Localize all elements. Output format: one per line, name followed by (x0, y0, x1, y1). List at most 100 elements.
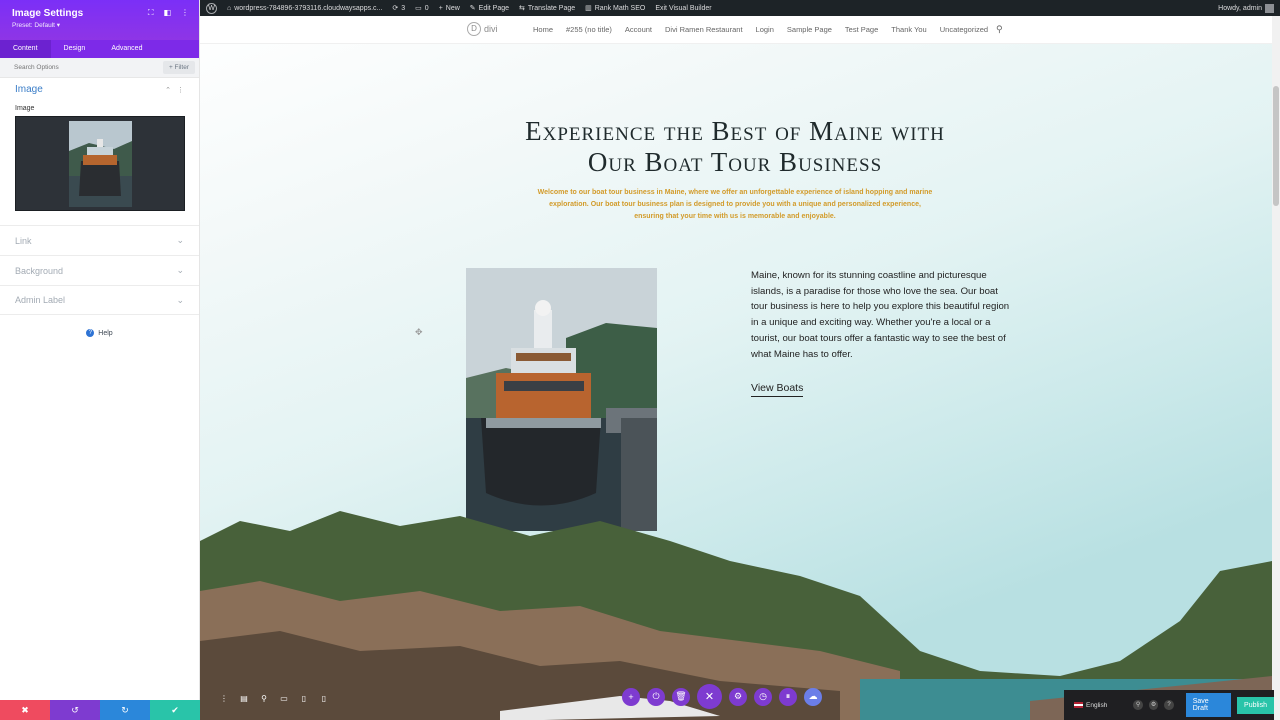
nav-item-uncategorized[interactable]: Uncategorized (940, 25, 988, 34)
portability-button[interactable]: ⏸ (779, 687, 797, 706)
settings-icon[interactable]: ⚙ (1148, 700, 1159, 710)
scrollbar-thumb[interactable] (1273, 86, 1279, 206)
add-module-button[interactable]: + (622, 687, 640, 706)
wordpress-logo-icon[interactable]: W (206, 2, 217, 14)
history-button[interactable]: ◷ (754, 687, 772, 706)
chevron-down-icon: ⌄ (176, 294, 184, 305)
close-builder-button[interactable]: ✕ (697, 684, 722, 709)
undo-icon: ↺ (71, 704, 79, 715)
admin-site-link[interactable]: ⌂ wordpress-784896-3793116.cloudwaysapps.… (227, 5, 382, 12)
zoom-icon[interactable]: ⚲ (258, 694, 270, 703)
save-changes-button[interactable]: ✔ (150, 700, 200, 720)
builder-page-controls: + ⏻ 🗑 ✕ ⚙ ◷ ⏸ ☁ (622, 684, 822, 709)
more-options-icon[interactable]: ⋮ (177, 86, 184, 94)
site-logo[interactable]: Ddivi (467, 22, 498, 36)
nav-item-ramen[interactable]: Divi Ramen Restaurant (665, 25, 743, 34)
body-text: Maine, known for its stunning coastline … (751, 270, 1010, 360)
translate-page-link[interactable]: ⇆ Translate Page (519, 4, 575, 13)
us-flag-icon (1074, 702, 1083, 708)
image-field-label: Image (15, 105, 35, 112)
page-scrollbar[interactable] (1272, 16, 1280, 720)
cloud-icon: ☁ (808, 691, 818, 701)
visual-builder: W ⌂ wordpress-784896-3793116.cloudwaysapp… (0, 0, 1280, 720)
power-button[interactable]: ⏻ (647, 687, 665, 706)
search-icon[interactable]: ⚲ (1133, 700, 1143, 710)
intro-text: Welcome to our boat tour business in Mai… (537, 189, 933, 220)
tablet-icon[interactable]: ▯ (298, 694, 310, 703)
image-preview (69, 121, 132, 207)
phone-icon[interactable]: ▯ (318, 694, 330, 703)
page-preview: Ddivi Home #255 (no title) Account Divi … (200, 16, 1272, 720)
exit-builder-link[interactable]: Exit Visual Builder (655, 5, 711, 12)
tab-advanced[interactable]: Advanced (98, 40, 155, 58)
edit-page-link[interactable]: ✎ Edit Page (470, 4, 509, 13)
main-nav: Home #255 (no title) Account Divi Ramen … (533, 25, 988, 34)
comments-link[interactable]: ▭ 0 (415, 4, 429, 13)
nav-item-sample-page[interactable]: Sample Page (787, 25, 832, 34)
close-icon: ✕ (704, 691, 715, 703)
view-boats-link[interactable]: View Boats (751, 382, 804, 397)
search-options-input[interactable] (14, 64, 134, 71)
more-options-icon[interactable]: ⋮ (218, 694, 230, 703)
section-title: Image (15, 84, 43, 95)
tab-content[interactable]: Content (0, 40, 51, 58)
wireframe-icon[interactable]: ▤ (238, 694, 250, 703)
image-upload-field[interactable] (15, 116, 185, 211)
question-icon: ? (86, 329, 95, 337)
nav-item-home[interactable]: Home (533, 25, 553, 34)
page-settings-button[interactable]: ⚙ (729, 687, 747, 706)
desktop-icon[interactable]: ▭ (278, 694, 290, 703)
nav-item-login[interactable]: Login (756, 25, 774, 34)
redo-button[interactable]: ↻ (100, 700, 150, 720)
plus-icon: + (628, 691, 634, 702)
new-content-link[interactable]: + New (439, 5, 460, 12)
tab-design[interactable]: Design (51, 40, 99, 58)
nav-item-account[interactable]: Account (625, 25, 652, 34)
panel-header[interactable]: Image Settings Preset: Default ▾ ⛶ ◧ ⋮ (0, 0, 199, 40)
nav-item-no-title[interactable]: #255 (no title) (566, 25, 612, 34)
nav-item-test-page[interactable]: Test Page (845, 25, 878, 34)
chevron-up-icon[interactable]: ⌃ (165, 86, 171, 94)
updates-link[interactable]: ⟳ 3 (392, 4, 405, 13)
redo-icon: ↻ (121, 704, 129, 715)
builder-save-bar: English ⚲ ⚙ ? Save Draft Publish (1064, 690, 1275, 720)
more-options-icon[interactable]: ⋮ (181, 8, 189, 18)
image-section-toggle[interactable]: Image ⌃ ⋮ (0, 84, 199, 95)
filter-button[interactable]: + Filter (162, 61, 195, 74)
admin-label-section-toggle[interactable]: Admin Label ⌄ (0, 285, 199, 315)
comment-icon: ▭ (415, 5, 422, 12)
translate-icon: ⇆ (519, 5, 525, 12)
discard-button[interactable]: ✖ (0, 700, 50, 720)
delete-button[interactable]: 🗑 (672, 687, 690, 706)
trash-icon: 🗑 (675, 691, 687, 701)
language-switcher[interactable]: English (1074, 702, 1107, 709)
expand-icon[interactable]: ⛶ (148, 8, 154, 18)
howdy-account[interactable]: Howdy, admin (1218, 3, 1274, 13)
refresh-icon: ⟳ (392, 5, 399, 12)
sidebar-icon[interactable]: ◧ (163, 8, 171, 18)
plus-icon: + (438, 4, 443, 12)
help-icon[interactable]: ? (1164, 700, 1174, 710)
undo-button[interactable]: ↺ (50, 700, 100, 720)
publish-button[interactable]: Publish (1237, 696, 1275, 714)
check-icon: ✔ (171, 704, 179, 715)
chevron-down-icon: ⌄ (176, 235, 184, 245)
nav-item-thank-you[interactable]: Thank You (891, 25, 926, 34)
chart-icon: ▥ (585, 5, 592, 12)
rank-math-link[interactable]: ▥ Rank Math SEO (585, 4, 645, 13)
link-section-toggle[interactable]: Link ⌄ (0, 225, 199, 255)
background-section-toggle[interactable]: Background ⌄ (0, 255, 199, 285)
boat-image[interactable] (466, 268, 657, 531)
panel-header-icons: ⛶ ◧ ⋮ (148, 8, 189, 18)
avatar (1265, 3, 1274, 13)
preset-dropdown[interactable]: Preset: Default ▾ (12, 21, 187, 29)
power-icon: ⏻ (652, 691, 660, 701)
chevron-down-icon: ⌄ (176, 265, 184, 275)
gear-icon: ⚙ (733, 691, 743, 701)
search-icon[interactable]: ⚲ (996, 24, 1003, 35)
ai-button[interactable]: ☁ (804, 687, 822, 706)
clock-icon: ◷ (759, 691, 767, 701)
help-link[interactable]: ? Help (0, 329, 199, 337)
save-draft-button[interactable]: Save Draft (1185, 693, 1232, 717)
